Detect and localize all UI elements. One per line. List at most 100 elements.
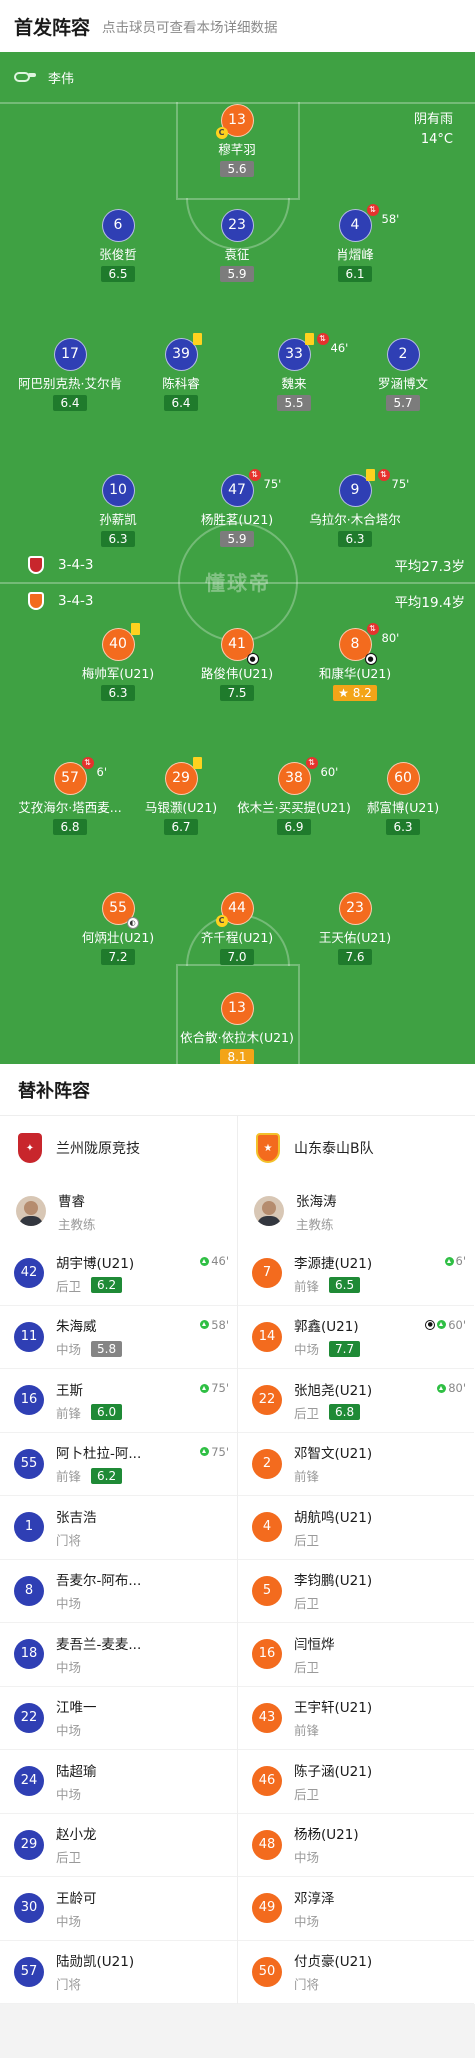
home-coach[interactable]: 曹睿 主教练 — [0, 1180, 237, 1242]
sub-player-number: 24 — [14, 1766, 44, 1797]
sub-player-info: 李钧鹏(U21) 后卫 — [294, 1569, 414, 1612]
player-away-13[interactable]: 13 依合散·依拉木(U21) 8.1 — [162, 992, 312, 1064]
player-rating: 7.5 — [220, 685, 254, 701]
player-name: 穆芊羽 — [218, 142, 256, 157]
player-number: 23 — [220, 209, 254, 242]
sub-player-position: 门将 — [56, 1977, 82, 1993]
sub-player-position: 后卫 — [56, 1278, 82, 1294]
player-home-13[interactable]: 13 C 穆芊羽 5.6 — [162, 104, 312, 177]
sub-player-row[interactable]: 49 邓淳泽 中场 — [238, 1877, 474, 1941]
sub-player-row[interactable]: 43 王宇轩(U21) 前锋 — [238, 1687, 474, 1750]
player-number: 57 ⇅ 6' — [53, 757, 107, 795]
assist-icon: ◐ — [126, 917, 139, 929]
sub-player-row[interactable]: 42 胡宇博(U21) 后卫 6.2 46' — [0, 1242, 237, 1306]
sub-player-row[interactable]: 24 陆超瑜 中场 — [0, 1750, 237, 1814]
sub-player-row[interactable]: 16 王斯 前锋 6.0 75' — [0, 1369, 237, 1433]
player-away-60[interactable]: 60 郝富博(U21) 6.3 — [328, 762, 475, 835]
player-rating: 5.6 — [220, 161, 254, 177]
sub-player-name: 闫恒烨 — [294, 1636, 335, 1653]
sub-player-position: 中场 — [294, 1850, 320, 1866]
sub-player-number: 16 — [252, 1639, 282, 1670]
sub-player-info: 郭鑫(U21) 中场 7.7 — [294, 1315, 414, 1358]
sub-player-name: 朱海威 — [56, 1319, 97, 1336]
player-away-23[interactable]: 23 王天佑(U21) 7.6 — [280, 892, 430, 965]
sub-player-position: 前锋 — [56, 1405, 82, 1421]
sub-player-row[interactable]: 55 阿卜杜拉-阿... 前锋 6.2 75' — [0, 1433, 237, 1496]
sub-in-icon — [200, 1256, 210, 1266]
sub-player-info: 胡宇博(U21) 后卫 6.2 — [56, 1252, 176, 1295]
sub-player-number: 46 — [252, 1766, 282, 1797]
away-team-header[interactable]: ★ 山东泰山B队 — [238, 1116, 474, 1180]
sub-player-info: 江唯一 中场 — [56, 1696, 176, 1739]
weather-temperature: 14°C — [420, 132, 453, 147]
player-number: 60 — [386, 762, 420, 795]
sub-out-icon: ⇅ — [81, 757, 94, 769]
sub-player-rating: 7.7 — [329, 1340, 361, 1357]
sub-player-name: 麦吾兰-麦麦... — [56, 1636, 142, 1653]
player-rating: 6.4 — [53, 395, 87, 411]
sub-player-name: 胡航鸣(U21) — [294, 1509, 373, 1526]
player-home-2[interactable]: 2 罗涵博文 5.7 — [328, 338, 475, 411]
sub-in-icon — [444, 1256, 454, 1266]
sub-player-row[interactable]: 11 朱海威 中场 5.8 58' — [0, 1306, 237, 1369]
goal-ball-icon: ● — [246, 653, 259, 665]
player-rating: 5.9 — [220, 531, 254, 547]
home-crest-icon — [28, 556, 44, 574]
sub-player-position: 前锋 — [294, 1278, 320, 1294]
subs-section: ✦ 兰州陇原竞技 曹睿 主教练 42 胡宇博(U21) 后卫 6.2 46' 11 朱海威中… — [0, 1116, 475, 2004]
sub-player-row[interactable]: 8 吾麦尔-阿布... 中场 — [0, 1560, 237, 1623]
sub-player-info: 朱海威 中场 5.8 — [56, 1315, 176, 1358]
player-rating: 6.5 — [101, 266, 135, 282]
sub-player-number: 2 — [252, 1448, 282, 1479]
sub-in-icon — [200, 1320, 210, 1329]
sub-player-row[interactable]: 22 江唯一 中场 — [0, 1687, 237, 1750]
sub-player-row[interactable]: 46 陈子涵(U21) 后卫 — [238, 1750, 474, 1814]
sub-player-row[interactable]: 29 赵小龙 后卫 — [0, 1814, 237, 1877]
sub-player-number: 42 — [14, 1258, 44, 1289]
sub-player-number: 55 — [14, 1448, 44, 1479]
player-home-9[interactable]: 9 ⇅ 75' 乌拉尔·木合塔尔 6.3 — [280, 469, 430, 547]
home-team-header[interactable]: ✦ 兰州陇原竞技 — [0, 1116, 237, 1180]
sub-player-row[interactable]: 5 李钧鹏(U21) 后卫 — [238, 1560, 474, 1623]
sub-player-name: 阿卜杜拉-阿... — [56, 1446, 142, 1463]
sub-player-row[interactable]: 48 杨杨(U21) 中场 — [238, 1814, 474, 1877]
sub-player-row[interactable]: 30 王龄可 中场 — [0, 1877, 237, 1941]
player-name: 乌拉尔·木合塔尔 — [309, 512, 401, 527]
sub-player-info: 张旭尧(U21) 后卫 6.8 — [294, 1379, 414, 1422]
sub-player-number: 48 — [252, 1829, 282, 1860]
home-subs-column: ✦ 兰州陇原竞技 曹睿 主教练 42 胡宇博(U21) 后卫 6.2 46' 11 朱海威中… — [0, 1116, 237, 2004]
coach-avatar — [254, 1196, 284, 1226]
sub-in-time: 75' — [211, 1381, 229, 1395]
sub-player-row[interactable]: 22 张旭尧(U21) 后卫 6.8 80' — [238, 1369, 474, 1433]
goal-ball-icon: ● — [425, 1319, 436, 1330]
away-coach[interactable]: 张海涛 主教练 — [238, 1180, 474, 1242]
sub-out-icon: ⇅ — [377, 469, 390, 481]
sub-player-row[interactable]: 1 张吉浩 门将 — [0, 1496, 237, 1560]
sub-player-position: 中场 — [294, 1913, 320, 1929]
sub-in-info: 80' — [437, 1381, 466, 1395]
sub-out-time: 75' — [263, 477, 282, 491]
sub-player-row[interactable]: 18 麦吾兰-麦麦... 中场 — [0, 1623, 237, 1687]
sub-player-info: 陆勋凯(U21) 门将 — [56, 1950, 176, 1993]
sub-player-row[interactable]: 57 陆勋凯(U21) 门将 — [0, 1941, 237, 2004]
sub-player-row[interactable]: 4 胡航鸣(U21) 后卫 — [238, 1496, 474, 1560]
referee-name: 李伟 — [48, 71, 75, 87]
sub-player-row[interactable]: 7 李源捷(U21) 前锋 6.5 6' — [238, 1242, 474, 1306]
sub-player-name: 吾麦尔-阿布... — [56, 1573, 142, 1590]
player-number: 47 ⇅ 75' — [220, 469, 281, 507]
sub-in-time: 46' — [211, 1254, 229, 1268]
player-home-4[interactable]: 4 ⇅ 58' 肖熠峰 6.1 — [280, 204, 430, 282]
sub-player-row[interactable]: 50 付贞豪(U21) 门将 — [238, 1941, 474, 2004]
sub-player-row[interactable]: 16 闫恒烨 后卫 — [238, 1623, 474, 1687]
player-rating: 6.3 — [338, 531, 372, 547]
sub-player-position: 中场 — [56, 1913, 82, 1929]
player-number: 29 — [164, 757, 202, 795]
sub-player-row[interactable]: 14 郭鑫(U21) 中场 7.7 ● 60' — [238, 1306, 474, 1369]
sub-in-info: 75' — [200, 1445, 229, 1459]
player-away-8[interactable]: 8 ⇅ 80' ● 和康华(U21) ★ 8.2 — [280, 623, 430, 701]
sub-player-row[interactable]: 2 邓智文(U21) 前锋 — [238, 1433, 474, 1496]
player-rating: 6.8 — [53, 819, 87, 835]
player-name: 郝富博(U21) — [366, 800, 440, 815]
sub-player-info: 麦吾兰-麦麦... 中场 — [56, 1633, 176, 1676]
lineup-header: 首发阵容 点击球员可查看本场详细数据 — [0, 0, 475, 52]
